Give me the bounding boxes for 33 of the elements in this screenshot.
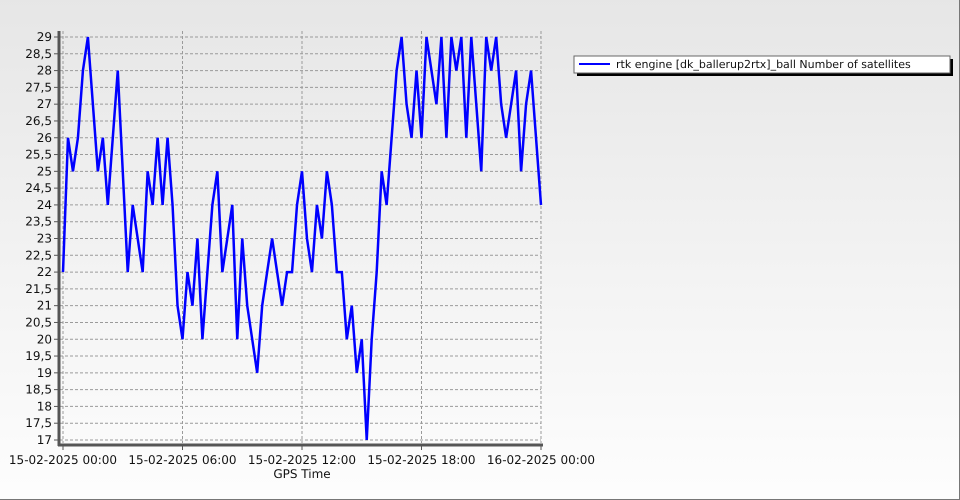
axis-tick-label: 24 [36, 198, 52, 212]
axis-tick-label: 15-02-2025 12:00 [248, 453, 356, 467]
axis-tick-label: 20,5 [25, 315, 52, 330]
axis-tick-label: 27,5 [25, 80, 52, 94]
axis-tick-label: 16-02-2025 00:00 [486, 453, 596, 467]
axis-tick-label: 23,5 [25, 214, 52, 229]
axis-tick-label: 22 [36, 265, 52, 280]
axis-tick-label: 15-02-2025 18:00 [367, 453, 476, 467]
axis-tick-label: 28,5 [25, 46, 52, 61]
axis-tick-label: 23 [36, 232, 52, 246]
axis-tick-label: 21,5 [25, 282, 52, 296]
axis-tick-label: 27 [36, 97, 52, 112]
axis-tick-label: 28 [36, 64, 52, 78]
axis-tick-label: 17 [36, 433, 52, 447]
legend-label: rtk engine [dk_ballerup2rtx]_ball Number of satellites [616, 58, 911, 71]
axis-tick-label: 15-02-2025 06:00 [128, 453, 237, 467]
axis-tick-label: 18,5 [25, 382, 52, 397]
axis-tick-label: 17,5 [25, 416, 52, 430]
axis-tick-label: 19 [36, 366, 52, 380]
axis-tick-label: 26,5 [25, 114, 52, 128]
axis-tick-label: 19,5 [25, 349, 52, 364]
axis-tick-label: 29 [36, 30, 52, 44]
axis-tick-label: 21 [36, 298, 52, 313]
axis-title: GPS Time [273, 467, 331, 481]
axis-tick-label: 20 [36, 332, 52, 346]
axis-tick-label: 22,5 [25, 248, 52, 262]
axis-tick-label: 18 [36, 399, 52, 414]
axis-tick-label: 24,5 [25, 181, 52, 196]
axis-tick-label: 15-02-2025 00:00 [8, 453, 118, 467]
axis-tick-label: 26 [36, 130, 52, 145]
legend-line-icon [579, 63, 610, 65]
axis-tick-label: 25,5 [25, 148, 52, 162]
axis-tick-label: 25 [36, 164, 52, 178]
